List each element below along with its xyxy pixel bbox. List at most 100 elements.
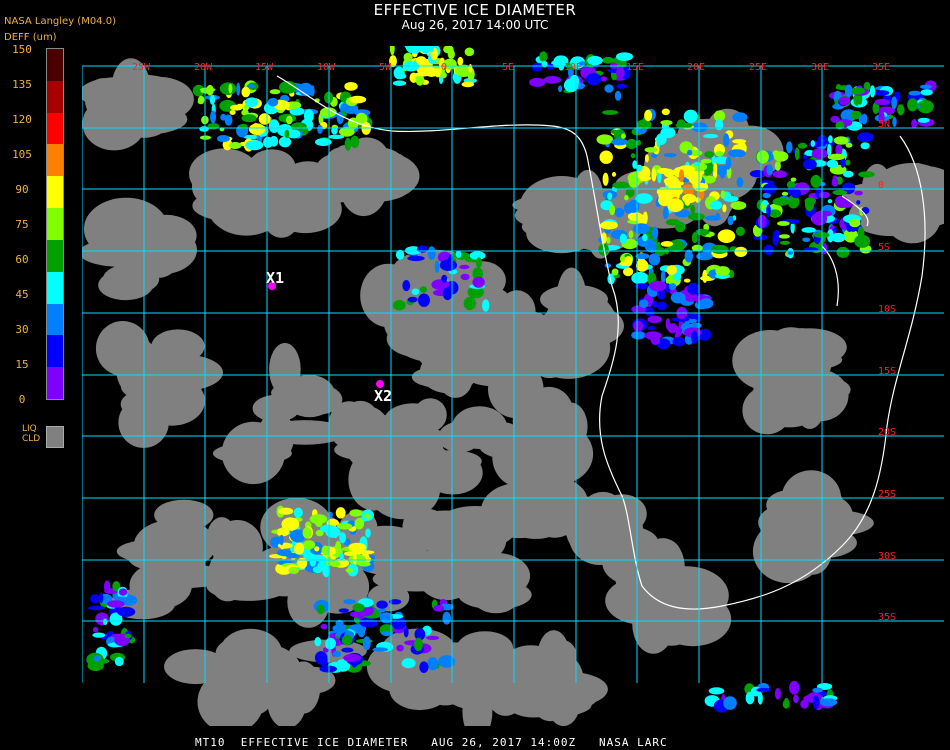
colorbar-segment xyxy=(47,208,63,240)
ice-cloud-patch xyxy=(600,76,607,82)
liquid-cloud-patch xyxy=(189,148,260,199)
ice-cloud-patch xyxy=(114,656,124,667)
ice-cloud-patch xyxy=(734,246,748,257)
ice-cloud-patch xyxy=(455,250,462,258)
ice-cloud-patch xyxy=(691,232,698,244)
longitude-label: 35E xyxy=(872,62,890,73)
ice-cloud-patch xyxy=(102,618,108,626)
ice-cloud-patch xyxy=(607,192,613,200)
ice-cloud-patch xyxy=(461,81,475,88)
ice-cloud-patch xyxy=(715,119,724,131)
ice-cloud-patch xyxy=(350,135,360,149)
ice-cloud-patch xyxy=(772,197,790,206)
colorbar-tick-label: 90 xyxy=(15,183,29,196)
ice-cloud-patch xyxy=(475,257,482,268)
ice-cloud-patch xyxy=(93,655,101,662)
ice-cloud-patch xyxy=(118,588,128,596)
ice-cloud-patch xyxy=(411,288,420,295)
ice-cloud-patch xyxy=(892,116,897,128)
ice-cloud-patch xyxy=(321,545,330,556)
ice-cloud-patch xyxy=(827,199,833,204)
colorbar-segment xyxy=(47,49,63,81)
ice-cloud-patch xyxy=(730,201,747,210)
ice-cloud-patch xyxy=(302,540,316,550)
liquid-cloud-patch xyxy=(492,314,553,359)
ice-cloud-patch xyxy=(763,244,774,255)
ice-cloud-patch xyxy=(626,138,638,150)
ice-cloud-patch xyxy=(269,135,279,147)
ice-cloud-patch xyxy=(766,204,771,218)
ice-cloud-patch xyxy=(482,299,490,312)
liq-cld-label: LIQ CLD xyxy=(22,424,40,444)
ice-cloud-patch xyxy=(296,557,308,569)
liquid-cloud-patch xyxy=(793,528,832,575)
ice-cloud-patch xyxy=(856,200,861,205)
ice-cloud-patch xyxy=(236,82,241,96)
ice-cloud-patch xyxy=(612,181,630,189)
ice-cloud-patch xyxy=(803,155,808,160)
ice-cloud-patch xyxy=(228,142,242,149)
ice-cloud-patch xyxy=(309,85,315,97)
ice-cloud-patch xyxy=(907,98,918,112)
ice-cloud-patch xyxy=(278,507,294,515)
ice-cloud-patch xyxy=(756,687,771,693)
ice-cloud-patch xyxy=(661,108,670,116)
ice-cloud-patch xyxy=(433,604,445,612)
ice-cloud-patch xyxy=(812,687,823,693)
ice-cloud-patch xyxy=(637,139,641,146)
ice-cloud-patch xyxy=(619,261,630,267)
satellite-map: 25W 20W 15W 10W 5W 0 5E 10E 15E 20E 25E 30E 35E 5N 0 5S… xyxy=(82,46,944,726)
colorbar-tick-label: 30 xyxy=(15,323,29,336)
ice-cloud-patch xyxy=(663,153,677,158)
latitude-label: 5S xyxy=(878,242,890,253)
liquid-cloud-patch xyxy=(164,649,227,685)
ice-cloud-patch xyxy=(635,253,650,260)
ice-cloud-patch xyxy=(229,110,236,115)
ice-cloud-patch xyxy=(610,129,619,134)
ice-cloud-patch xyxy=(778,234,791,239)
ice-cloud-patch xyxy=(602,110,619,115)
ice-cloud-patch xyxy=(427,657,439,671)
ice-cloud-patch xyxy=(779,240,791,245)
ice-cloud-patch xyxy=(415,56,427,65)
ice-cloud-patch xyxy=(602,172,609,186)
ice-cloud-patch xyxy=(403,627,409,638)
ice-cloud-patch xyxy=(639,299,649,308)
ice-cloud-patch xyxy=(124,633,132,639)
ice-cloud-patch xyxy=(820,698,838,707)
ice-cloud-patch xyxy=(338,608,349,613)
liquid-cloud-patch xyxy=(632,593,675,654)
ice-cloud-patch xyxy=(891,96,897,110)
ice-cloud-patch xyxy=(851,87,865,95)
ice-cloud-patch xyxy=(812,695,820,710)
ice-cloud-patch xyxy=(341,647,354,653)
ice-cloud-patch xyxy=(644,307,655,317)
ice-cloud-patch xyxy=(836,246,850,258)
ice-cloud-patch xyxy=(811,148,828,159)
ice-cloud-patch xyxy=(198,95,205,105)
latitude-label: 25S xyxy=(878,489,896,500)
ice-cloud-patch xyxy=(258,113,271,125)
ice-cloud-patch xyxy=(756,150,769,164)
ice-cloud-patch xyxy=(407,255,425,262)
ice-cloud-patch xyxy=(786,141,793,154)
ice-cloud-patch xyxy=(284,129,290,139)
ice-cloud-patch xyxy=(345,568,354,573)
ice-cloud-patch xyxy=(539,51,548,62)
ice-cloud-patch xyxy=(343,653,361,662)
ice-cloud-patch xyxy=(828,135,833,144)
ice-cloud-patch xyxy=(647,326,656,331)
ice-cloud-patch xyxy=(438,655,456,668)
ice-cloud-patch xyxy=(790,177,797,182)
ice-cloud-patch xyxy=(636,259,649,272)
ice-cloud-patch xyxy=(325,637,336,650)
ice-cloud-patch xyxy=(407,296,418,303)
ice-cloud-patch xyxy=(642,233,648,242)
ice-cloud-patch xyxy=(874,90,890,96)
latitude-label: 10S xyxy=(878,304,896,315)
ice-cloud-patch xyxy=(316,604,325,615)
ice-cloud-patch xyxy=(642,211,648,225)
ice-cloud-patch xyxy=(651,226,659,240)
ice-cloud-patch xyxy=(314,546,320,552)
ice-cloud-patch xyxy=(276,528,284,536)
